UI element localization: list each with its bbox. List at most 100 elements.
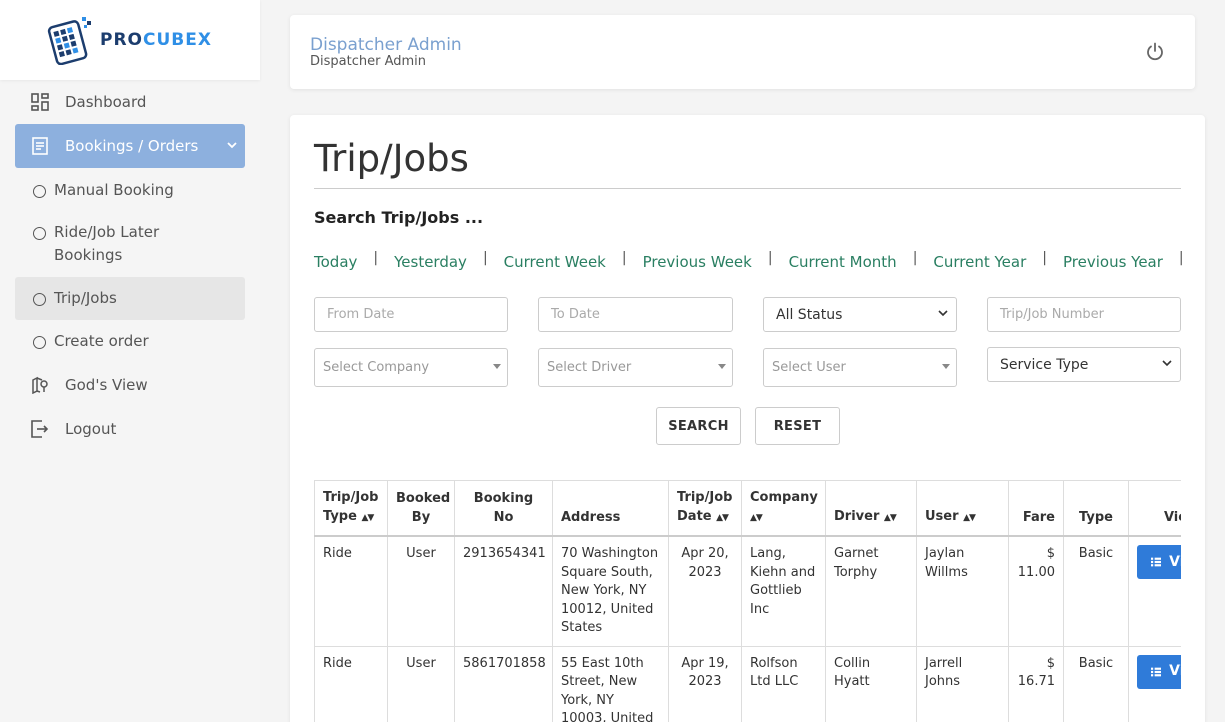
circle-icon <box>33 227 46 240</box>
col-fare: Fare <box>1008 480 1064 537</box>
cell-address: 55 East 10th Street, New York, NY 10003,… <box>552 645 669 722</box>
col-trip-type[interactable]: Trip/Job Type ▲▼ <box>314 480 388 537</box>
header-subtitle: Dispatcher Admin <box>310 54 427 69</box>
date-link-today[interactable]: Today <box>314 253 357 271</box>
col-driver[interactable]: Driver ▲▼ <box>825 480 917 537</box>
cell-company: Rolfson Ltd LLC <box>741 645 826 722</box>
chevron-down-icon <box>938 309 948 320</box>
search-title: Search Trip/Jobs ... <box>314 208 484 227</box>
cell-booked-by: User <box>387 645 455 722</box>
cell-driver: Garnet Torphy <box>825 535 917 647</box>
status-select[interactable]: All Status <box>763 297 957 332</box>
cell-service-type: Basic <box>1063 535 1129 647</box>
cell-date: Apr 19, 2023 <box>668 645 742 722</box>
cell-company: Lang, Kiehn and Gottlieb Inc <box>741 535 826 647</box>
col-trip-date[interactable]: Trip/Job Date ▲▼ <box>668 480 742 537</box>
sidebar-item-gods-view[interactable]: God's View <box>15 373 245 397</box>
trips-table-container[interactable]: Trip/Job Type ▲▼ Booked By Booking No Addr… <box>314 480 1181 722</box>
company-select[interactable]: Select Company <box>314 348 508 387</box>
main-card: Trip/Jobs Search Trip/Jobs ... Today | Ye… <box>290 115 1205 722</box>
cell-booking-no: 2913654341 <box>454 535 553 647</box>
sort-icon: ▲▼ <box>750 512 763 523</box>
search-button[interactable]: SEARCH <box>656 407 741 445</box>
view-button[interactable]: View <box>1137 545 1181 579</box>
sidebar-item-label: Bookings / Orders <box>65 137 199 155</box>
cell-booked-by: User <box>387 535 455 647</box>
cell-user: Jaylan Willms <box>916 535 1009 647</box>
circle-icon <box>33 293 46 306</box>
table-row: Ride User 2913654341 70 Washington Squar… <box>314 535 1181 647</box>
reset-button[interactable]: RESET <box>755 407 840 445</box>
sidebar-item-label: Create order <box>54 332 149 350</box>
view-button[interactable]: View <box>1137 654 1181 689</box>
title-divider <box>314 188 1181 189</box>
trip-number-input[interactable]: Trip/Job Number <box>987 297 1181 332</box>
circle-icon <box>33 336 46 349</box>
driver-select[interactable]: Select Driver <box>538 348 733 387</box>
date-link-yesterday[interactable]: Yesterday <box>394 253 467 271</box>
brand[interactable]: PROCUBEX <box>0 0 260 80</box>
procubex-logo-icon <box>47 17 91 65</box>
cell-address: 70 Washington Square South, New York, NY… <box>552 535 669 647</box>
logout-icon <box>30 419 50 439</box>
sort-icon: ▲▼ <box>963 512 976 523</box>
col-view: View <box>1128 480 1181 537</box>
sidebar-item-dashboard[interactable]: Dashboard <box>15 90 245 114</box>
sidebar-item-manual-booking[interactable]: Manual Booking <box>15 179 245 202</box>
cell-driver: Collin Hyatt <box>825 645 917 722</box>
from-date-input[interactable]: From Date <box>314 297 508 332</box>
sort-icon: ▲▼ <box>716 512 729 523</box>
cell-type: Ride <box>314 535 388 647</box>
header-card: Dispatcher Admin Dispatcher Admin <box>290 15 1195 89</box>
circle-icon <box>33 185 46 198</box>
col-address: Address <box>552 480 669 537</box>
col-company[interactable]: Company ▲▼ <box>741 480 826 537</box>
date-link-previous-year[interactable]: Previous Year <box>1063 253 1163 271</box>
to-date-input[interactable]: To Date <box>538 297 733 332</box>
table-row: Ride User 5861701858 55 East 10th Street… <box>314 645 1181 722</box>
table-header-row: Trip/Job Type ▲▼ Booked By Booking No Addr… <box>314 480 1181 537</box>
col-booked-by: Booked By <box>387 480 455 537</box>
cell-service-type: Basic <box>1063 645 1129 722</box>
list-icon <box>1151 557 1162 567</box>
sidebar-item-create-order[interactable]: Create order <box>15 330 245 353</box>
power-icon[interactable] <box>1145 42 1165 62</box>
sidebar-item-label: Ride/Job Later Bookings <box>54 223 160 264</box>
chevron-down-icon <box>227 138 237 152</box>
header-title: Dispatcher Admin <box>310 35 462 55</box>
caret-down-icon <box>718 364 726 369</box>
cell-booking-no: 5861701858 <box>454 645 553 722</box>
brand-name: PROCUBEX <box>100 30 212 50</box>
sidebar-item-bookings[interactable]: Bookings / Orders <box>15 124 245 168</box>
caret-down-icon <box>493 364 501 369</box>
date-link-current-year[interactable]: Current Year <box>933 253 1026 271</box>
date-link-current-month[interactable]: Current Month <box>789 253 897 271</box>
date-filter-links: Today | Yesterday | Current Week | Previous… <box>314 250 1184 271</box>
date-link-current-week[interactable]: Current Week <box>504 253 606 271</box>
sidebar-item-label: Trip/Jobs <box>54 289 117 307</box>
sort-icon: ▲▼ <box>361 512 374 523</box>
date-link-previous-week[interactable]: Previous Week <box>643 253 752 271</box>
col-booking-no: Booking No <box>454 480 553 537</box>
sidebar-item-ride-later-bookings[interactable]: Ride/Job Later Bookings <box>15 221 245 267</box>
cell-date: Apr 20, 2023 <box>668 535 742 647</box>
service-type-select[interactable]: Service Type <box>987 347 1181 382</box>
sidebar-item-label: Manual Booking <box>54 181 174 199</box>
cell-view: View <box>1128 535 1181 647</box>
sidebar: PROCUBEX Dashboard Bookings / Orders Man… <box>0 0 260 722</box>
cell-fare: $ 16.71 <box>1008 645 1064 722</box>
col-service-type: Type <box>1063 480 1129 537</box>
sidebar-item-label: Logout <box>65 420 117 438</box>
dashboard-icon <box>30 92 50 112</box>
user-select[interactable]: Select User <box>763 348 957 387</box>
cell-user: Jarrell Johns <box>916 645 1009 722</box>
col-user[interactable]: User ▲▼ <box>916 480 1009 537</box>
cell-type: Ride <box>314 645 388 722</box>
page-title: Trip/Jobs <box>314 137 469 180</box>
sidebar-item-logout[interactable]: Logout <box>15 417 245 441</box>
cell-view: View <box>1128 645 1181 722</box>
sidebar-item-trip-jobs[interactable]: Trip/Jobs <box>15 277 245 320</box>
list-icon <box>1151 667 1162 676</box>
sidebar-item-label: Dashboard <box>65 93 147 111</box>
cell-fare: $11.00 <box>1008 535 1064 647</box>
